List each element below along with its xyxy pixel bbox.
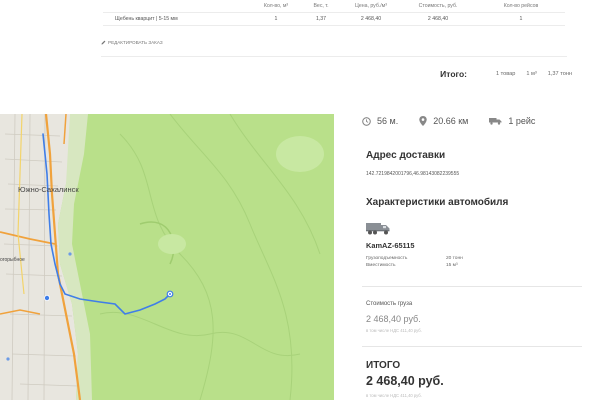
- spec-value-volume: 15 м³: [446, 263, 458, 268]
- col-header-cost: Стоимость, руб.: [418, 3, 458, 9]
- delivery-address-title: Адрес доставки: [366, 150, 446, 161]
- map-city-label: Южно-Сахалинск: [18, 185, 79, 194]
- col-header-volume: Кол-во, м³: [263, 3, 289, 9]
- trip-count: 1 рейс: [489, 116, 535, 126]
- clock-icon: [362, 116, 371, 126]
- totals-volume: 1 м³: [526, 71, 537, 77]
- col-header-weight: Вес, т.: [313, 3, 329, 9]
- vehicle-specs: Грузоподъемность 20 тонн Вместимость 15 …: [366, 256, 463, 270]
- route-stats: 56 м. 20.66 км 1 рейс: [362, 114, 582, 128]
- route-end-marker: [166, 290, 174, 298]
- divider: [362, 286, 582, 287]
- vehicle-title: Характеристики автомобиля: [366, 197, 509, 208]
- spec-row: Вместимость 15 м³: [366, 263, 463, 270]
- spec-row: Грузоподъемность 20 тонн: [366, 256, 463, 263]
- cell-product: Щебень кварцит | 5-15 мм: [115, 16, 178, 22]
- edit-order-link[interactable]: РЕДАКТИРОВАТЬ ЗАКАЗ: [101, 40, 163, 45]
- trip-count-value: 1 рейс: [508, 116, 536, 126]
- col-header-price: Цена, руб./м³: [355, 3, 387, 9]
- cell-weight: 1,37: [315, 16, 327, 22]
- route-map[interactable]: Южно-Сахалинск огорыбное: [0, 114, 334, 400]
- grand-total-title: ИТОГО: [366, 360, 401, 371]
- table-row: Щебень кварцит | 5-15 мм 1 1,37 2 468,40…: [103, 13, 565, 26]
- edit-order-label: РЕДАКТИРОВАТЬ ЗАКАЗ: [108, 40, 163, 45]
- totals-items: 1 товар: [495, 71, 516, 77]
- delivery-coordinates: 142.7219842001796,46.98143082239555: [366, 171, 460, 177]
- vehicle-model: KamAZ-65115: [366, 241, 415, 250]
- table-header: Кол-во, м³ Вес, т. Цена, руб./м³ Стоимос…: [103, 0, 565, 13]
- pencil-icon: [101, 40, 106, 45]
- spec-key-volume: Вместимость: [366, 263, 396, 268]
- cargo-cost-title: Стоимость груза: [366, 301, 413, 307]
- cell-volume: 1: [274, 16, 278, 22]
- totals-label: Итого:: [440, 69, 467, 79]
- order-table: Кол-во, м³ Вес, т. Цена, руб./м³ Стоимос…: [103, 0, 565, 26]
- dump-truck-icon: [366, 223, 390, 235]
- location-pin-icon: [419, 116, 427, 126]
- order-details-panel: 56 м. 20.66 км 1 рейс Адрес доставки 142…: [362, 114, 582, 398]
- cargo-cost-value: 2 468,40 руб.: [366, 314, 421, 324]
- spec-key-capacity: Грузоподъемность: [366, 256, 408, 261]
- map-place-label: огорыбное: [0, 257, 25, 263]
- divider: [101, 56, 567, 57]
- grand-total-vat-note: в том числе НДС 411,40 руб.: [366, 393, 422, 398]
- route-distance-value: 20.66 км: [433, 116, 469, 126]
- travel-time: 56 м.: [362, 116, 398, 126]
- route-start-marker: [44, 294, 51, 301]
- totals-weight: 1,37 тонн: [547, 71, 572, 77]
- divider: [362, 346, 582, 347]
- grand-total-value: 2 468,40 руб.: [366, 374, 444, 388]
- col-header-trips: Кол-во рейсов: [503, 3, 539, 9]
- map-canvas[interactable]: [0, 114, 334, 400]
- cargo-vat-note: в том числе НДС 411,40 руб.: [366, 328, 422, 333]
- cell-cost: 2 468,40: [427, 16, 449, 22]
- truck-icon: [489, 118, 502, 125]
- spec-value-capacity: 20 тонн: [446, 256, 463, 261]
- cell-price: 2 468,40: [360, 16, 382, 22]
- cell-trips: 1: [519, 16, 523, 22]
- travel-time-value: 56 м.: [377, 116, 399, 126]
- route-distance: 20.66 км: [419, 116, 468, 126]
- totals-row: Итого: 1 товар 1 м³ 1,37 тонн: [440, 69, 572, 79]
